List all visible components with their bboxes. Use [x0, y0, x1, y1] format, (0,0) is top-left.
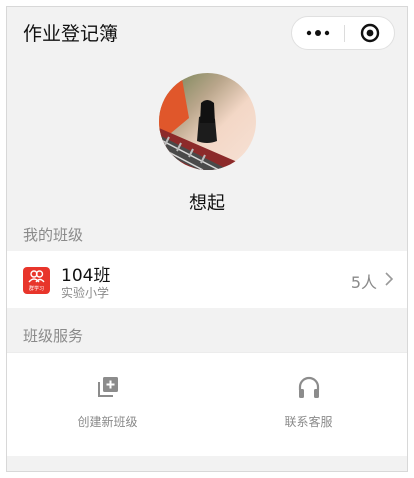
create-class-label: 创建新班级	[77, 415, 138, 429]
section-label-my-classes: 我的班级	[23, 226, 84, 244]
profile-header: 想起	[7, 57, 407, 217]
chevron-right-icon	[385, 272, 393, 286]
class-name: 104班	[61, 266, 111, 286]
avatar-image	[159, 73, 256, 170]
headset-icon	[298, 376, 319, 398]
more-options-button[interactable]	[292, 17, 344, 49]
add-stack-icon	[97, 377, 118, 397]
navigation-bar: 作业登记簿	[7, 7, 407, 57]
app-frame: 作业登记簿 想起 我的班级 群学习 104班 实验小学 5人 班级服务 创建新班…	[6, 6, 408, 472]
class-logo: 群学习	[23, 267, 50, 294]
contact-support-label: 联系客服	[284, 415, 333, 429]
create-class-button[interactable]: 创建新班级	[7, 353, 208, 457]
target-circle-icon	[360, 23, 380, 43]
class-logo-text: 群学习	[28, 286, 44, 292]
username: 想起	[189, 193, 225, 214]
more-dots-icon	[306, 30, 330, 36]
mini-program-capsule	[291, 16, 395, 50]
group-users-icon	[28, 270, 45, 283]
class-school: 实验小学	[61, 286, 110, 300]
member-count: 5人	[350, 273, 377, 292]
avatar[interactable]	[159, 73, 256, 170]
page-title: 作业登记簿	[23, 23, 119, 45]
class-list-item[interactable]: 群学习 104班 实验小学 5人	[7, 251, 407, 308]
section-label-class-services: 班级服务	[23, 327, 84, 345]
close-mini-program-button[interactable]	[345, 17, 395, 49]
contact-support-button[interactable]: 联系客服	[208, 353, 407, 457]
class-services-grid: 创建新班级 联系客服	[7, 352, 407, 456]
